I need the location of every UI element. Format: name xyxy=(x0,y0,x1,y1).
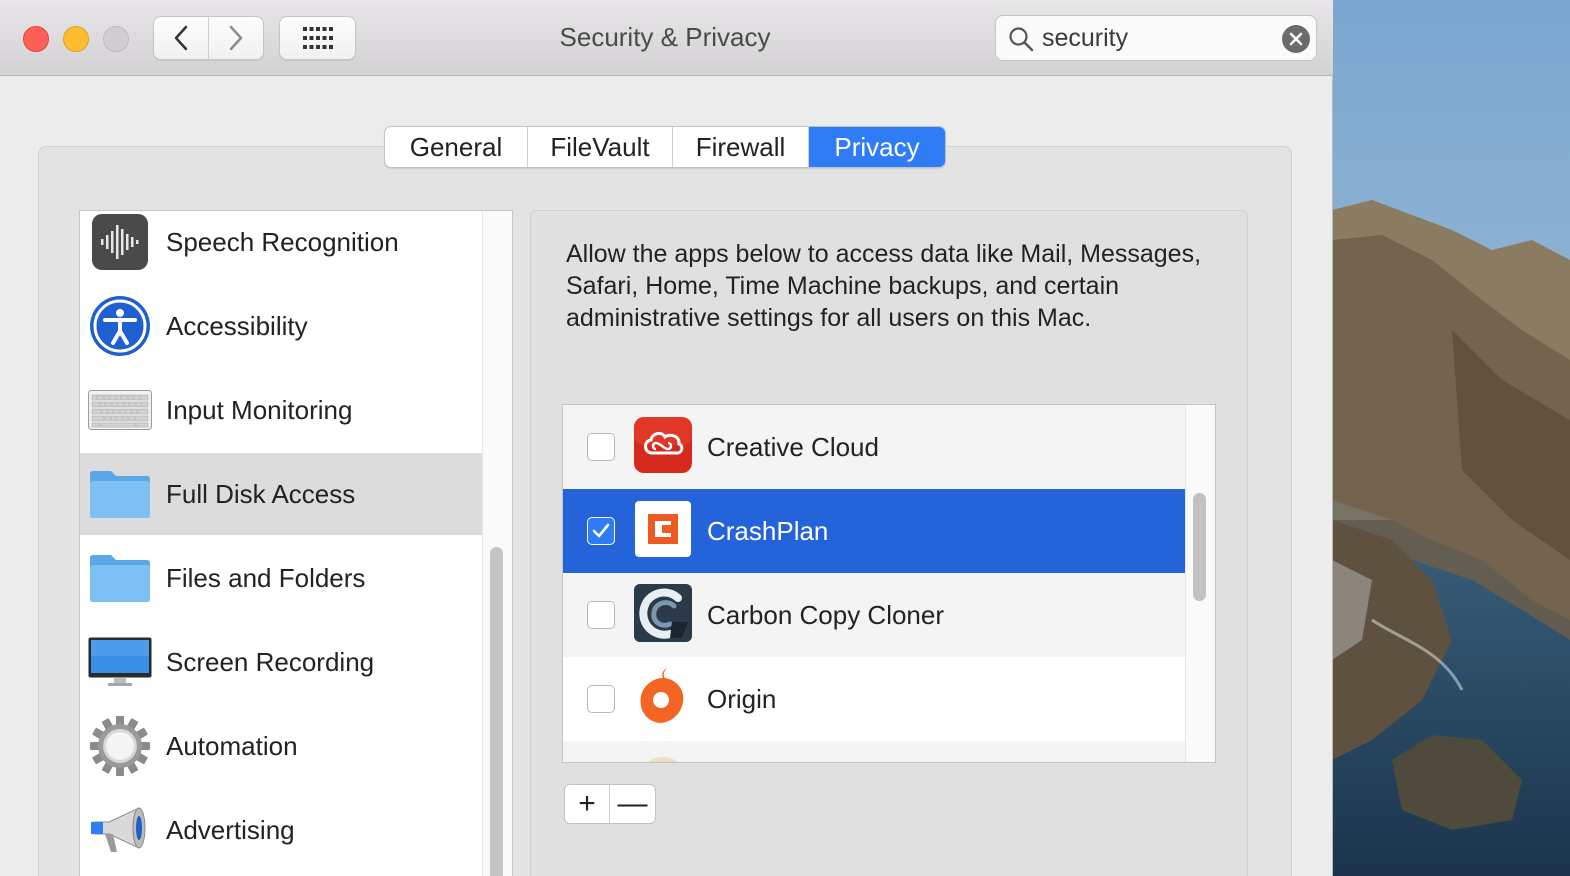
chevron-right-icon xyxy=(229,25,242,51)
category-list-scroll-thumb[interactable] xyxy=(490,547,503,876)
app-row-partial[interactable] xyxy=(563,741,1185,762)
wallpaper-landscape xyxy=(1332,0,1570,876)
category-label: Advertising xyxy=(166,814,295,845)
app-checkbox[interactable] xyxy=(587,685,615,713)
tab-filevault[interactable]: FileVault xyxy=(528,127,673,167)
title-bar: Security & Privacy xyxy=(0,0,1333,76)
tab-general[interactable]: General xyxy=(385,127,528,167)
app-label: CrashPlan xyxy=(707,515,829,546)
keyboard-icon xyxy=(88,378,152,442)
crashplan-icon xyxy=(633,499,693,559)
back-button[interactable] xyxy=(154,17,209,59)
close-icon xyxy=(1289,32,1303,46)
add-app-button[interactable]: + xyxy=(565,785,611,823)
app-row-crashplan[interactable]: CrashPlan xyxy=(563,489,1185,573)
category-item-automation[interactable]: Automation xyxy=(80,705,482,787)
search-field[interactable] xyxy=(995,15,1317,61)
carbon-copy-cloner-icon xyxy=(633,583,693,643)
display-icon xyxy=(88,630,152,694)
privacy-category-list: Speech Recognition Accessibility Input M… xyxy=(79,210,513,876)
category-label: Input Monitoring xyxy=(166,394,353,425)
security-privacy-window: Security & Privacy General FileVault Fir… xyxy=(0,0,1333,876)
window-title: Security & Privacy xyxy=(559,22,771,52)
add-remove-buttons: + — xyxy=(564,784,656,824)
category-item-full-disk-access[interactable]: Full Disk Access xyxy=(80,453,482,535)
search-input[interactable] xyxy=(1042,24,1272,52)
category-label: Accessibility xyxy=(166,310,308,341)
tab-privacy[interactable]: Privacy xyxy=(809,127,945,167)
checkmark-icon xyxy=(592,523,610,538)
category-item-accessibility[interactable]: Accessibility xyxy=(80,285,482,367)
app-row-origin[interactable]: Origin xyxy=(563,657,1185,741)
folder-icon xyxy=(88,462,152,526)
app-checkbox[interactable] xyxy=(587,517,615,545)
app-label: Creative Cloud xyxy=(707,431,879,462)
full-disk-access-description: Allow the apps below to access data like… xyxy=(566,240,1202,332)
megaphone-icon xyxy=(88,798,152,862)
category-label: Speech Recognition xyxy=(166,226,399,257)
app-label: Carbon Copy Cloner xyxy=(707,599,945,630)
clear-search-button[interactable] xyxy=(1282,25,1310,53)
creative-cloud-icon xyxy=(633,415,693,475)
zoom-window-button[interactable] xyxy=(103,26,129,52)
app-list: Creative Cloud CrashPlan Carbon Copy Clo… xyxy=(562,404,1216,763)
category-item-files-and-folders[interactable]: Files and Folders xyxy=(80,537,482,619)
folder-icon xyxy=(88,546,152,610)
app-row-carbon-copy-cloner[interactable]: Carbon Copy Cloner xyxy=(563,573,1185,657)
app-list-scroll-thumb[interactable] xyxy=(1193,493,1206,601)
tab-firewall[interactable]: Firewall xyxy=(673,127,809,167)
desktop-wallpaper xyxy=(1332,0,1570,876)
category-label: Files and Folders xyxy=(166,562,366,593)
show-all-button[interactable] xyxy=(279,16,356,60)
category-label: Full Disk Access xyxy=(166,478,356,509)
remove-app-button[interactable]: — xyxy=(610,785,655,823)
chevron-left-icon xyxy=(174,25,187,51)
app-row-creative-cloud[interactable]: Creative Cloud xyxy=(563,405,1185,489)
app-icon xyxy=(633,751,693,762)
search-icon xyxy=(1009,27,1034,52)
close-window-button[interactable] xyxy=(23,26,49,52)
grid-icon xyxy=(302,27,333,49)
category-item-speech-recognition[interactable]: Speech Recognition xyxy=(80,211,482,283)
tab-bar: General FileVault Firewall Privacy xyxy=(384,126,946,168)
minimize-window-button[interactable] xyxy=(63,26,89,52)
forward-button[interactable] xyxy=(209,17,264,59)
app-checkbox[interactable] xyxy=(587,601,615,629)
category-item-advertising[interactable]: Advertising xyxy=(80,789,482,871)
navigation-buttons xyxy=(153,16,264,60)
category-label: Screen Recording xyxy=(166,646,375,677)
app-checkbox[interactable] xyxy=(587,433,615,461)
origin-icon xyxy=(633,667,693,727)
accessibility-icon xyxy=(88,294,152,358)
category-item-screen-recording[interactable]: Screen Recording xyxy=(80,621,482,703)
gear-icon xyxy=(88,714,152,778)
app-label: Origin xyxy=(707,683,777,714)
category-item-input-monitoring[interactable]: Input Monitoring xyxy=(80,369,482,451)
waveform-icon xyxy=(88,211,152,274)
category-label: Automation xyxy=(166,730,298,761)
